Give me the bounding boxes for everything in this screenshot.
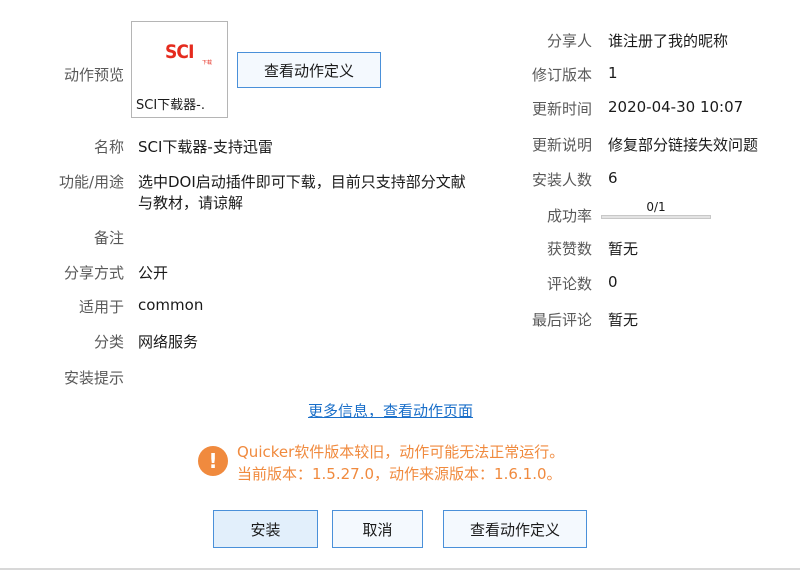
sharer-value: 谁注册了我的昵称 xyxy=(608,32,729,50)
install-tip-label: 安装提示 xyxy=(63,369,124,387)
window-bottom-border xyxy=(0,568,800,570)
share-mode-label: 分享方式 xyxy=(63,264,124,282)
update-note-label: 更新说明 xyxy=(531,136,592,154)
view-definition-top-button[interactable]: 查看动作定义 xyxy=(237,52,381,88)
name-label: 名称 xyxy=(93,138,124,156)
revision-value: 1 xyxy=(608,64,618,82)
more-info-link[interactable]: 更多信息，查看动作页面 xyxy=(308,400,473,421)
update-time-value: 2020-04-30 10:07 xyxy=(608,98,744,116)
success-rate-indicator: 0/1 xyxy=(601,200,711,222)
applies-value: common xyxy=(138,296,204,314)
applies-label: 适用于 xyxy=(78,298,124,316)
action-preview: SCI 下载 SCI下载器-. xyxy=(131,21,228,118)
function-value-line2: 与教材，请谅解 xyxy=(138,194,244,212)
comments-value: 0 xyxy=(608,273,618,291)
update-note-value: 修复部分链接失效问题 xyxy=(608,136,759,154)
name-value: SCI下载器-支持迅雷 xyxy=(138,138,273,156)
likes-label: 获赞数 xyxy=(546,240,592,258)
comments-label: 评论数 xyxy=(546,275,592,293)
install-count-value: 6 xyxy=(608,169,618,187)
success-rate-label: 成功率 xyxy=(546,207,592,225)
sharer-label: 分享人 xyxy=(546,32,592,50)
sci-logo-subtext: 下载 xyxy=(202,60,213,66)
warning-icon: ! xyxy=(198,446,228,476)
last-comment-value: 暂无 xyxy=(608,311,639,329)
sci-logo: SCI xyxy=(165,41,194,63)
install-button[interactable]: 安装 xyxy=(213,510,318,548)
preview-label: 动作预览 xyxy=(63,66,124,84)
success-rate-value: 0/1 xyxy=(646,200,666,214)
update-time-label: 更新时间 xyxy=(531,100,592,118)
likes-value: 暂无 xyxy=(608,240,639,258)
function-label: 功能/用途 xyxy=(58,173,124,191)
success-rate-bar xyxy=(601,215,711,219)
share-mode-value: 公开 xyxy=(138,264,169,282)
last-comment-label: 最后评论 xyxy=(531,311,592,329)
cancel-button[interactable]: 取消 xyxy=(332,510,423,548)
install-count-label: 安装人数 xyxy=(531,171,592,189)
warning-line2: 当前版本：1.5.27.0，动作来源版本：1.6.1.0。 xyxy=(237,465,562,483)
function-value-line1: 选中DOI启动插件即可下载，目前只支持部分文献 xyxy=(138,173,466,191)
revision-label: 修订版本 xyxy=(531,66,592,84)
remark-label: 备注 xyxy=(93,229,124,247)
view-definition-button[interactable]: 查看动作定义 xyxy=(443,510,587,548)
category-value: 网络服务 xyxy=(138,333,199,351)
preview-caption: SCI下载器-. xyxy=(136,98,205,113)
category-label: 分类 xyxy=(93,333,124,351)
warning-line1: Quicker软件版本较旧，动作可能无法正常运行。 xyxy=(237,443,565,461)
